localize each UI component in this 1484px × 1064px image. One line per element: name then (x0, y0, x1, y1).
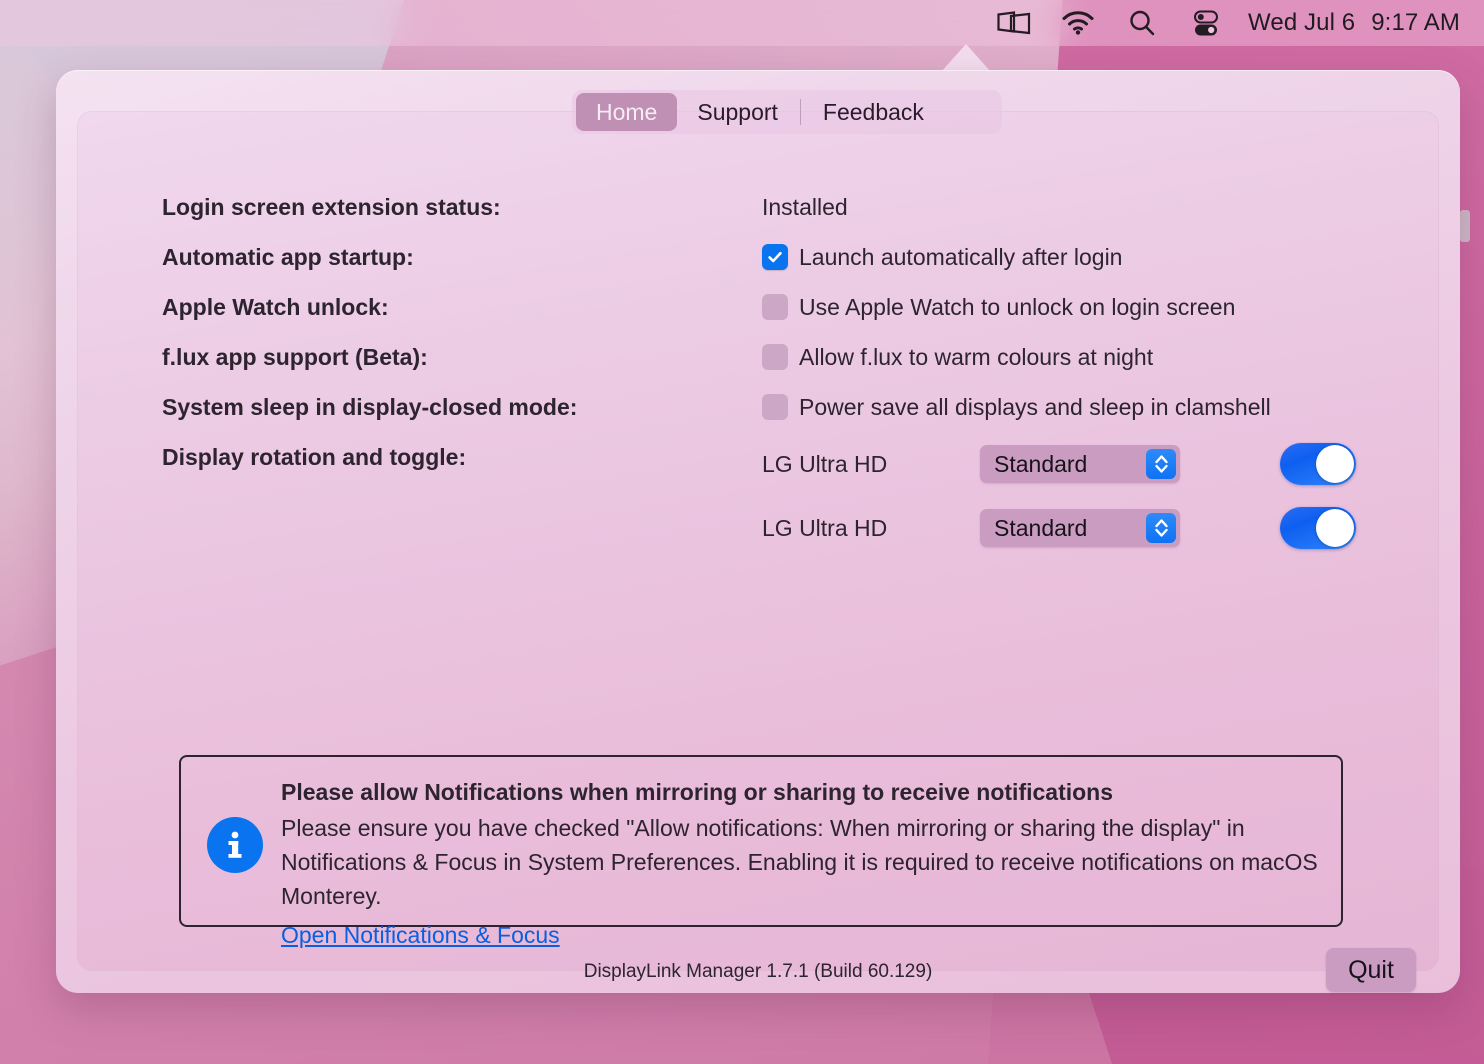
desktop: Wed Jul 6 9:17 AM Home Support Feedback L… (0, 0, 1484, 1064)
wifi-icon[interactable] (1046, 0, 1110, 46)
display-toggle-wrap-1 (1280, 443, 1412, 485)
tab-feedback[interactable]: Feedback (803, 93, 944, 131)
tab-support[interactable]: Support (677, 93, 798, 131)
popover-arrow (941, 44, 991, 72)
tab-bar: Home Support Feedback (572, 90, 1002, 134)
notification-banner: Please allow Notifications when mirrorin… (179, 755, 1343, 927)
menu-bar-clock[interactable]: Wed Jul 6 9:17 AM (1238, 9, 1460, 37)
checkbox-label: Launch automatically after login (799, 244, 1122, 271)
setting-row-apple-watch: Apple Watch unlock: Use Apple Watch to u… (162, 282, 1412, 332)
checkbox-apple-watch-unlock[interactable] (762, 294, 788, 320)
displaylink-icon[interactable] (982, 0, 1046, 46)
menu-bar-time: 9:17 AM (1371, 9, 1460, 36)
setting-label: Login screen extension status: (162, 194, 762, 221)
background-window-edge (1460, 210, 1470, 242)
version-label: DisplayLink Manager 1.7.1 (Build 60.129) (584, 961, 933, 983)
display-name: LG Ultra HD (762, 451, 980, 478)
setting-value: Launch automatically after login (762, 244, 1412, 271)
toggle-knob (1316, 509, 1354, 547)
tab-home[interactable]: Home (576, 93, 677, 131)
checkbox-power-save-clamshell[interactable] (762, 394, 788, 420)
toggle-knob (1316, 445, 1354, 483)
setting-value: Power save all displays and sleep in cla… (762, 394, 1412, 421)
setting-row-auto-startup: Automatic app startup: Launch automatica… (162, 232, 1412, 282)
checkbox-launch-after-login[interactable] (762, 244, 788, 270)
search-icon[interactable] (1110, 0, 1174, 46)
checkbox-flux-warm-colours[interactable] (762, 344, 788, 370)
footer: DisplayLink Manager 1.7.1 (Build 60.129)… (78, 942, 1438, 1002)
setting-row-system-sleep: System sleep in display-closed mode: Pow… (162, 382, 1412, 432)
setting-label: f.lux app support (Beta): (162, 344, 762, 371)
display-toggle-wrap-2 (1280, 507, 1412, 549)
menu-bar: Wed Jul 6 9:17 AM (0, 0, 1484, 46)
popover-content-panel: Home Support Feedback Login screen exten… (78, 112, 1438, 970)
rotation-value: Standard (994, 451, 1087, 478)
setting-label: Automatic app startup: (162, 244, 762, 271)
chevron-updown-icon[interactable] (1146, 449, 1176, 479)
setting-row-flux: f.lux app support (Beta): Allow f.lux to… (162, 332, 1412, 382)
info-icon (207, 817, 263, 873)
setting-label: System sleep in display-closed mode: (162, 394, 762, 421)
notification-body: Please allow Notifications when mirrorin… (273, 757, 1341, 949)
notification-text: Please ensure you have checked "Allow no… (281, 811, 1323, 913)
rotation-dropdown-2[interactable]: Standard (980, 509, 1180, 547)
rotation-dropdown-1[interactable]: Standard (980, 445, 1180, 483)
setting-label: Apple Watch unlock: (162, 294, 762, 321)
quit-button[interactable]: Quit (1326, 948, 1416, 992)
login-extension-status-value: Installed (762, 194, 1412, 221)
chevron-updown-icon[interactable] (1146, 513, 1176, 543)
menu-bar-date: Wed Jul 6 (1248, 9, 1355, 36)
display-row-2: LG Ultra HD Standard (162, 496, 1412, 560)
checkbox-label: Allow f.lux to warm colours at night (799, 344, 1153, 371)
control-center-icon[interactable] (1174, 0, 1238, 46)
checkbox-label: Power save all displays and sleep in cla… (799, 394, 1271, 421)
display-toggle-2[interactable] (1280, 507, 1356, 549)
checkbox-label: Use Apple Watch to unlock on login scree… (799, 294, 1235, 321)
setting-value: Allow f.lux to warm colours at night (762, 344, 1412, 371)
notification-title: Please allow Notifications when mirrorin… (281, 773, 1323, 811)
rotation-value: Standard (994, 515, 1087, 542)
tab-separator (800, 99, 801, 125)
display-name: LG Ultra HD (762, 515, 980, 542)
displaylink-popover: Home Support Feedback Login screen exten… (56, 70, 1460, 993)
display-toggle-1[interactable] (1280, 443, 1356, 485)
setting-value: Use Apple Watch to unlock on login scree… (762, 294, 1412, 321)
settings-list: Login screen extension status: Installed… (162, 182, 1412, 560)
setting-row-login-extension: Login screen extension status: Installed (162, 182, 1412, 232)
setting-label: Display rotation and toggle: (162, 444, 762, 471)
